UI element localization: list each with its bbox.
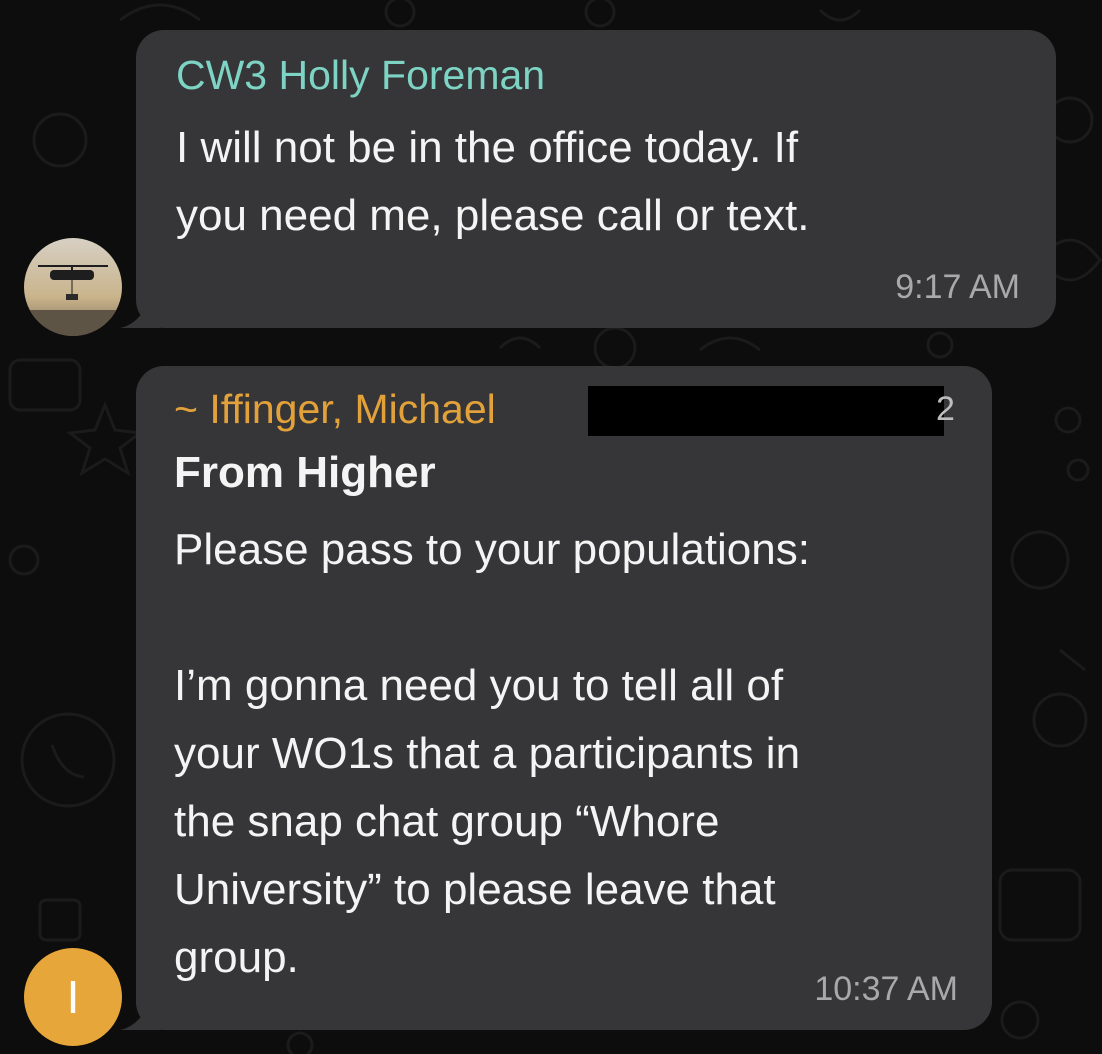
- message-bubble[interactable]: CW3 Holly Foreman I will not be in the o…: [120, 30, 1056, 328]
- bubble-tail: [120, 1000, 160, 1030]
- message-text: Please pass to your populations: I’m gon…: [174, 525, 810, 982]
- message-text: I will not be in the office today. If yo…: [176, 123, 810, 240]
- helicopter-photo-icon: [24, 238, 122, 336]
- redacted-phone-fragment: 2: [936, 390, 955, 428]
- sender-name[interactable]: ~ Iffinger, Michael: [174, 386, 496, 433]
- message-bubble[interactable]: ~ Iffinger, Michael 2 From Higher Please…: [120, 366, 992, 1030]
- chat-area[interactable]: CW3 Holly Foreman I will not be in the o…: [0, 0, 1102, 1054]
- sender-name[interactable]: CW3 Holly Foreman: [176, 52, 545, 99]
- message-timestamp: 10:37 AM: [814, 970, 958, 1008]
- avatar-iffinger-michael[interactable]: I: [24, 948, 122, 1046]
- message-timestamp: 9:17 AM: [895, 268, 1020, 306]
- avatar-initial: I: [66, 971, 80, 1023]
- bubble-tail: [120, 298, 160, 328]
- avatar-holly-foreman[interactable]: [24, 238, 122, 336]
- redaction-bar: [588, 386, 944, 436]
- message-subject: From Higher: [174, 448, 436, 497]
